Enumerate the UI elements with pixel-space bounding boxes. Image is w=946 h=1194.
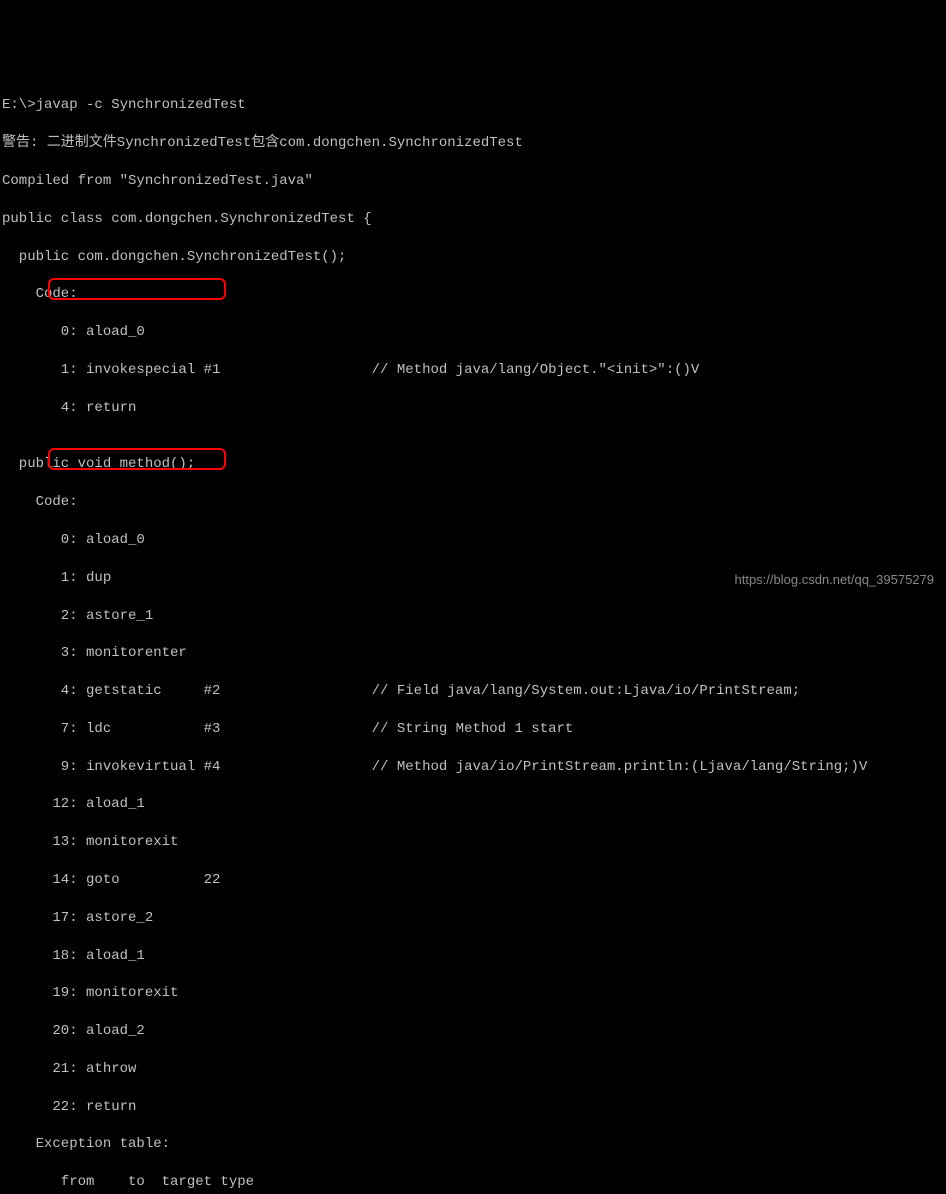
code-label: Code: (2, 493, 944, 512)
bytecode-line: 17: astore_2 (2, 909, 944, 928)
bytecode-line: 4: return (2, 399, 944, 418)
bytecode-line: 0: aload_0 (2, 531, 944, 550)
exception-table-columns: from to target type (2, 1173, 944, 1192)
bytecode-line: 1: invokespecial #1 // Method java/lang/… (2, 361, 944, 380)
terminal-output: E:\>javap -c SynchronizedTest 警告: 二进制文件S… (2, 78, 944, 1194)
bytecode-line: 9: invokevirtual #4 // Method java/io/Pr… (2, 758, 944, 777)
compiled-from: Compiled from "SynchronizedTest.java" (2, 172, 944, 191)
code-label: Code: (2, 285, 944, 304)
bytecode-line-monitorenter: 3: monitorenter (2, 644, 944, 663)
bytecode-line: 22: return (2, 1098, 944, 1117)
command-prompt: E:\>javap -c SynchronizedTest (2, 96, 944, 115)
bytecode-line: 12: aload_1 (2, 795, 944, 814)
bytecode-line: 18: aload_1 (2, 947, 944, 966)
bytecode-line: 21: athrow (2, 1060, 944, 1079)
exception-table-header: Exception table: (2, 1135, 944, 1154)
method-signature: public void method(); (2, 455, 944, 474)
bytecode-line: 20: aload_2 (2, 1022, 944, 1041)
bytecode-line: 2: astore_1 (2, 607, 944, 626)
warning-line: 警告: 二进制文件SynchronizedTest包含com.dongchen.… (2, 134, 944, 153)
class-declaration: public class com.dongchen.SynchronizedTe… (2, 210, 944, 229)
constructor-signature: public com.dongchen.SynchronizedTest(); (2, 248, 944, 267)
bytecode-line: 0: aload_0 (2, 323, 944, 342)
watermark-text: https://blog.csdn.net/qq_39575279 (735, 571, 935, 589)
bytecode-line: 14: goto 22 (2, 871, 944, 890)
bytecode-line: 7: ldc #3 // String Method 1 start (2, 720, 944, 739)
bytecode-line: 13: monitorexit (2, 833, 944, 852)
bytecode-line-monitorexit: 19: monitorexit (2, 984, 944, 1003)
bytecode-line: 4: getstatic #2 // Field java/lang/Syste… (2, 682, 944, 701)
